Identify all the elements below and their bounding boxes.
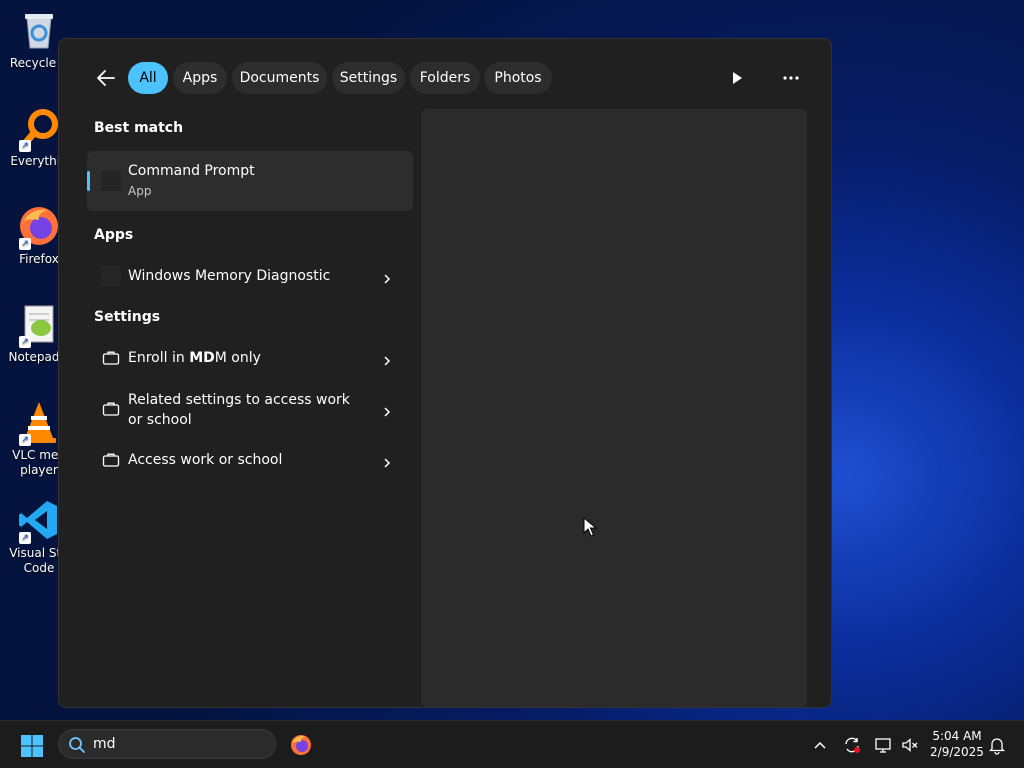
section-heading-settings: Settings xyxy=(94,309,161,325)
briefcase-icon xyxy=(101,399,121,419)
chevron-right-icon[interactable] xyxy=(381,454,393,468)
result-title: Command Prompt xyxy=(128,163,255,179)
chevron-right-icon[interactable] xyxy=(381,403,393,417)
command-prompt-icon xyxy=(101,171,121,191)
filter-tab-all[interactable]: All xyxy=(128,62,168,94)
result-title: Windows Memory Diagnostic xyxy=(128,268,331,284)
briefcase-icon xyxy=(101,450,121,470)
firefox-icon: ↗ xyxy=(17,204,61,250)
notification-bell-icon[interactable] xyxy=(987,735,1007,755)
result-subtitle: App xyxy=(128,184,152,198)
selection-indicator xyxy=(87,171,90,191)
back-arrow-icon[interactable] xyxy=(95,67,117,89)
play-icon[interactable] xyxy=(725,66,749,90)
everything-icon: ↗ xyxy=(17,106,61,152)
mouse-cursor-icon xyxy=(583,516,598,537)
filter-tab-photos[interactable]: Photos xyxy=(484,62,552,94)
section-heading-best-match: Best match xyxy=(94,120,184,136)
taskbar-clock[interactable]: 5:04 AM 2/9/2025 xyxy=(928,728,986,760)
app-result-memory-diagnostic[interactable]: Windows Memory Diagnostic xyxy=(87,257,413,295)
shortcut-arrow-icon: ↗ xyxy=(19,140,31,152)
taskbar: 5:04 AM 2/9/2025 xyxy=(0,720,1024,768)
result-title: Access work or school xyxy=(128,452,283,468)
search-panel: All Apps Documents Settings Folders Phot… xyxy=(58,38,832,708)
clock-time: 5:04 AM xyxy=(932,729,982,743)
settings-result-enroll-mdm[interactable]: Enroll in MDM only xyxy=(87,339,413,377)
best-match-result[interactable]: Command Prompt App xyxy=(87,151,413,211)
filter-tab-folders[interactable]: Folders xyxy=(410,62,480,94)
section-heading-apps: Apps xyxy=(94,227,134,243)
recycle-bin-icon xyxy=(17,8,61,52)
search-input[interactable] xyxy=(93,734,263,754)
chevron-right-icon[interactable] xyxy=(381,352,393,366)
windows-start-icon[interactable] xyxy=(20,734,44,758)
shortcut-arrow-icon: ↗ xyxy=(19,434,31,446)
search-icon xyxy=(68,736,86,754)
shortcut-arrow-icon: ↗ xyxy=(19,238,31,250)
notepad-plus-icon: ↗ xyxy=(17,302,61,348)
more-options-icon[interactable] xyxy=(779,66,803,90)
shortcut-arrow-icon: ↗ xyxy=(19,532,31,544)
taskbar-firefox-icon[interactable] xyxy=(289,733,313,757)
chevron-right-icon[interactable] xyxy=(381,270,393,284)
chevron-up-icon[interactable] xyxy=(810,735,830,755)
filter-tab-documents[interactable]: Documents xyxy=(232,62,327,94)
taskbar-search-box[interactable] xyxy=(58,729,276,759)
settings-result-access-work-school[interactable]: Access work or school xyxy=(87,441,413,479)
filter-tab-settings[interactable]: Settings xyxy=(332,62,405,94)
vlc-icon: ↗ xyxy=(17,400,61,446)
settings-result-related-work-school[interactable]: Related settings to access work or schoo… xyxy=(87,383,413,435)
volume-muted-icon[interactable] xyxy=(900,735,920,755)
vscode-icon: ↗ xyxy=(17,498,61,544)
shortcut-arrow-icon: ↗ xyxy=(19,336,31,348)
sync-icon[interactable] xyxy=(842,735,862,755)
result-title: Related settings to access work or schoo… xyxy=(128,392,350,428)
filter-tab-apps[interactable]: Apps xyxy=(173,62,227,94)
result-title: Enroll in MDM only xyxy=(128,350,261,366)
clock-date: 2/9/2025 xyxy=(930,745,984,759)
network-icon[interactable] xyxy=(874,735,894,755)
preview-pane xyxy=(421,109,807,707)
memory-diagnostic-icon xyxy=(101,266,121,286)
briefcase-icon xyxy=(101,348,121,368)
